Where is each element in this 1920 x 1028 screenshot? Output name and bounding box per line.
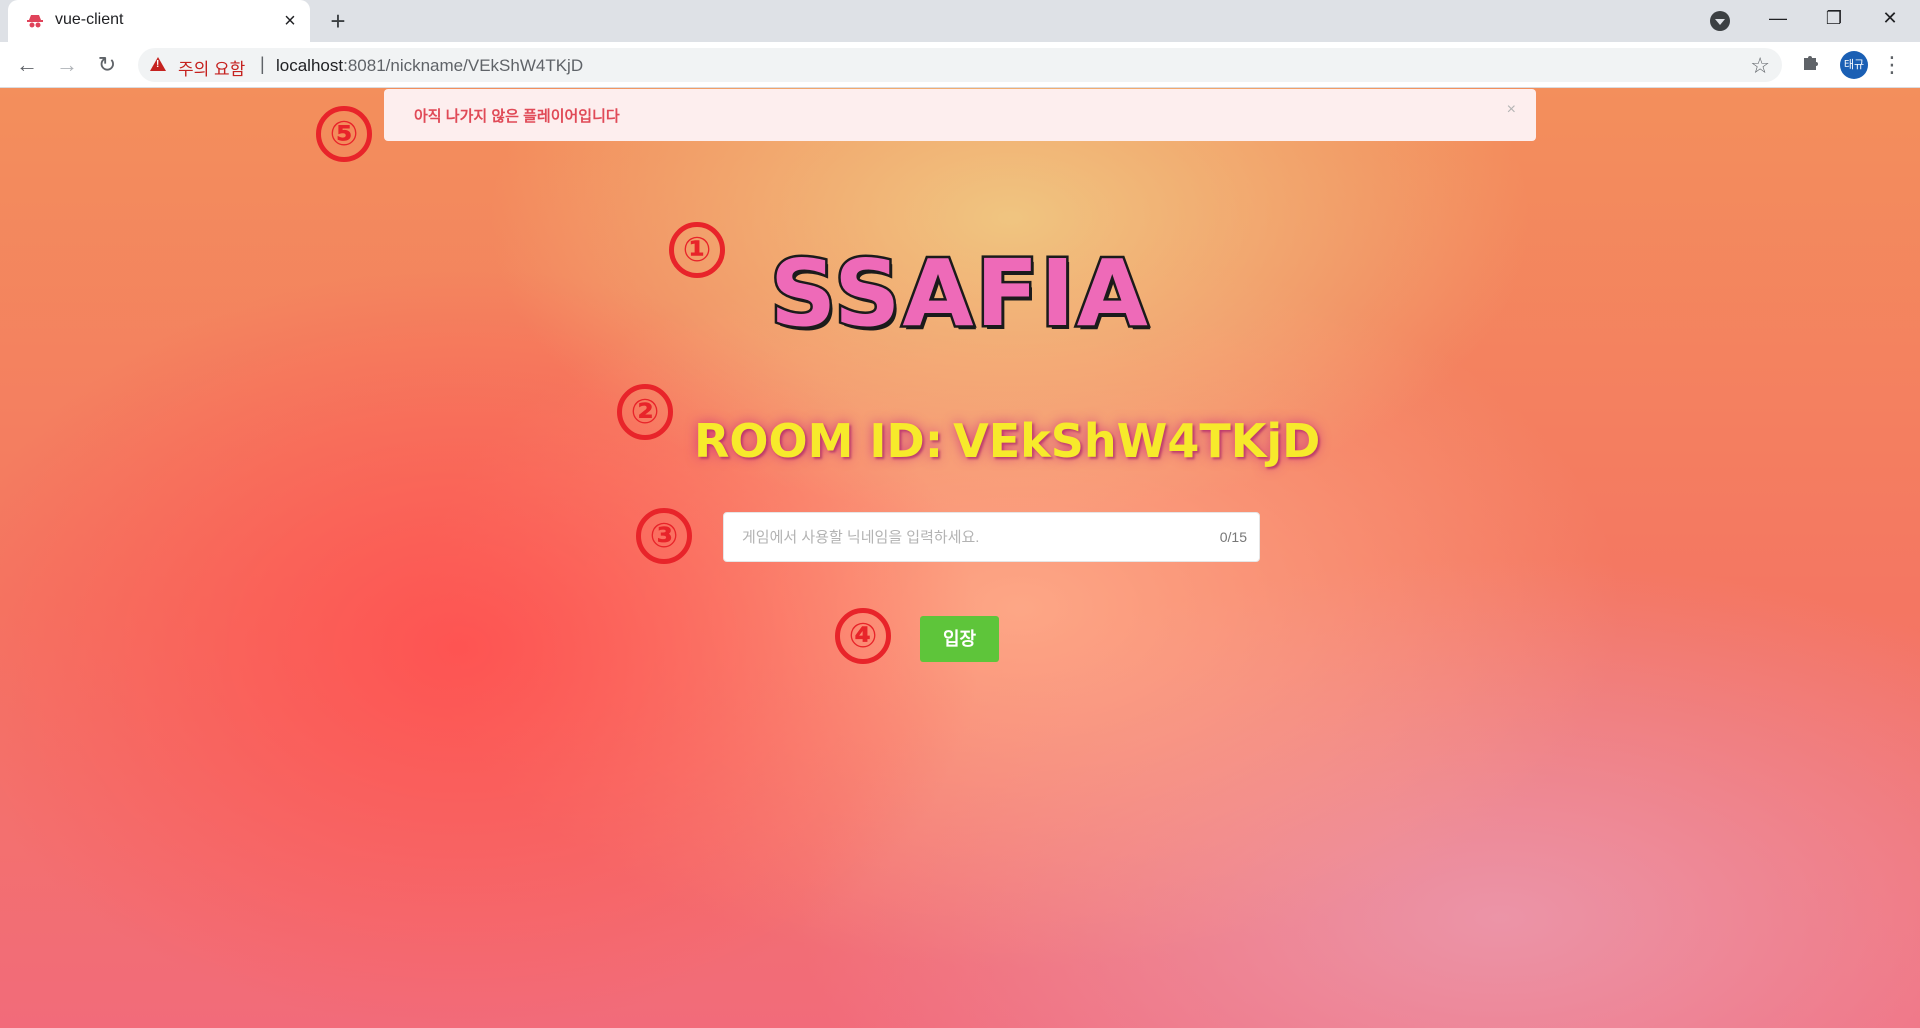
url-path: :8081/nickname/VEkShW4TKjD xyxy=(343,56,584,75)
url-text[interactable]: localhost:8081/nickname/VEkShW4TKjD xyxy=(276,56,583,76)
spy-favicon-icon xyxy=(27,15,43,28)
nickname-field[interactable]: 0/15 xyxy=(723,512,1260,562)
extensions-puzzle-icon[interactable] xyxy=(1798,52,1824,78)
back-arrow-icon[interactable]: ← xyxy=(12,50,42,80)
room-id-label: ROOM ID: xyxy=(694,414,944,468)
reload-icon[interactable]: ↻ xyxy=(92,50,122,80)
bookmark-star-icon[interactable]: ☆ xyxy=(1750,53,1770,79)
alert-banner: 아직 나가지 않은 플레이어입니다 × xyxy=(384,89,1536,141)
room-id-heading: ROOM ID: VEkShW4TKjD xyxy=(694,414,1320,468)
url-separator: | xyxy=(260,54,265,74)
browser-tab[interactable]: vue-client × xyxy=(8,0,310,42)
page-content: 아직 나가지 않은 플레이어입니다 × ⑤ ① ② ③ ④ SSAFIA ROO… xyxy=(0,88,1920,1028)
nickname-input[interactable] xyxy=(742,513,1182,561)
restore-button[interactable]: ❐ xyxy=(1806,0,1862,36)
enter-button[interactable]: 입장 xyxy=(920,616,999,662)
minimize-button[interactable]: — xyxy=(1750,0,1806,36)
nickname-char-counter: 0/15 xyxy=(1219,529,1247,545)
new-tab-button[interactable]: + xyxy=(324,7,352,35)
annotation-marker-3: ③ xyxy=(636,508,692,564)
forward-arrow-icon[interactable]: → xyxy=(52,50,82,80)
annotation-marker-5: ⑤ xyxy=(316,106,372,162)
room-id-value: VEkShW4TKjD xyxy=(953,414,1321,468)
profile-avatar[interactable]: 태규 xyxy=(1840,51,1868,79)
tab-strip: vue-client × + — ❐ ✕ xyxy=(0,0,1920,42)
menu-kebab-icon[interactable]: ⋮ xyxy=(1880,50,1904,80)
alert-close-icon[interactable]: × xyxy=(1507,101,1516,119)
ssafia-logo: SSAFIA xyxy=(768,238,1151,350)
close-tab-icon[interactable]: × xyxy=(278,9,302,33)
security-warning[interactable]: 주의 요함 xyxy=(178,55,245,80)
address-bar[interactable]: 주의 요함 | localhost:8081/nickname/VEkShW4T… xyxy=(138,48,1782,82)
browser-toolbar: ← → ↻ 주의 요함 | localhost:8081/nickname/VE… xyxy=(0,42,1920,88)
alert-message: 아직 나가지 않은 플레이어입니다 xyxy=(414,108,620,125)
close-window-button[interactable]: ✕ xyxy=(1862,0,1918,36)
warning-icon xyxy=(150,57,166,71)
annotation-marker-2: ② xyxy=(617,384,673,440)
annotation-marker-1: ① xyxy=(669,222,725,278)
tab-title: vue-client xyxy=(55,11,124,28)
annotation-marker-4: ④ xyxy=(835,608,891,664)
url-host: localhost xyxy=(276,56,344,75)
tab-search-icon[interactable] xyxy=(1710,11,1730,31)
